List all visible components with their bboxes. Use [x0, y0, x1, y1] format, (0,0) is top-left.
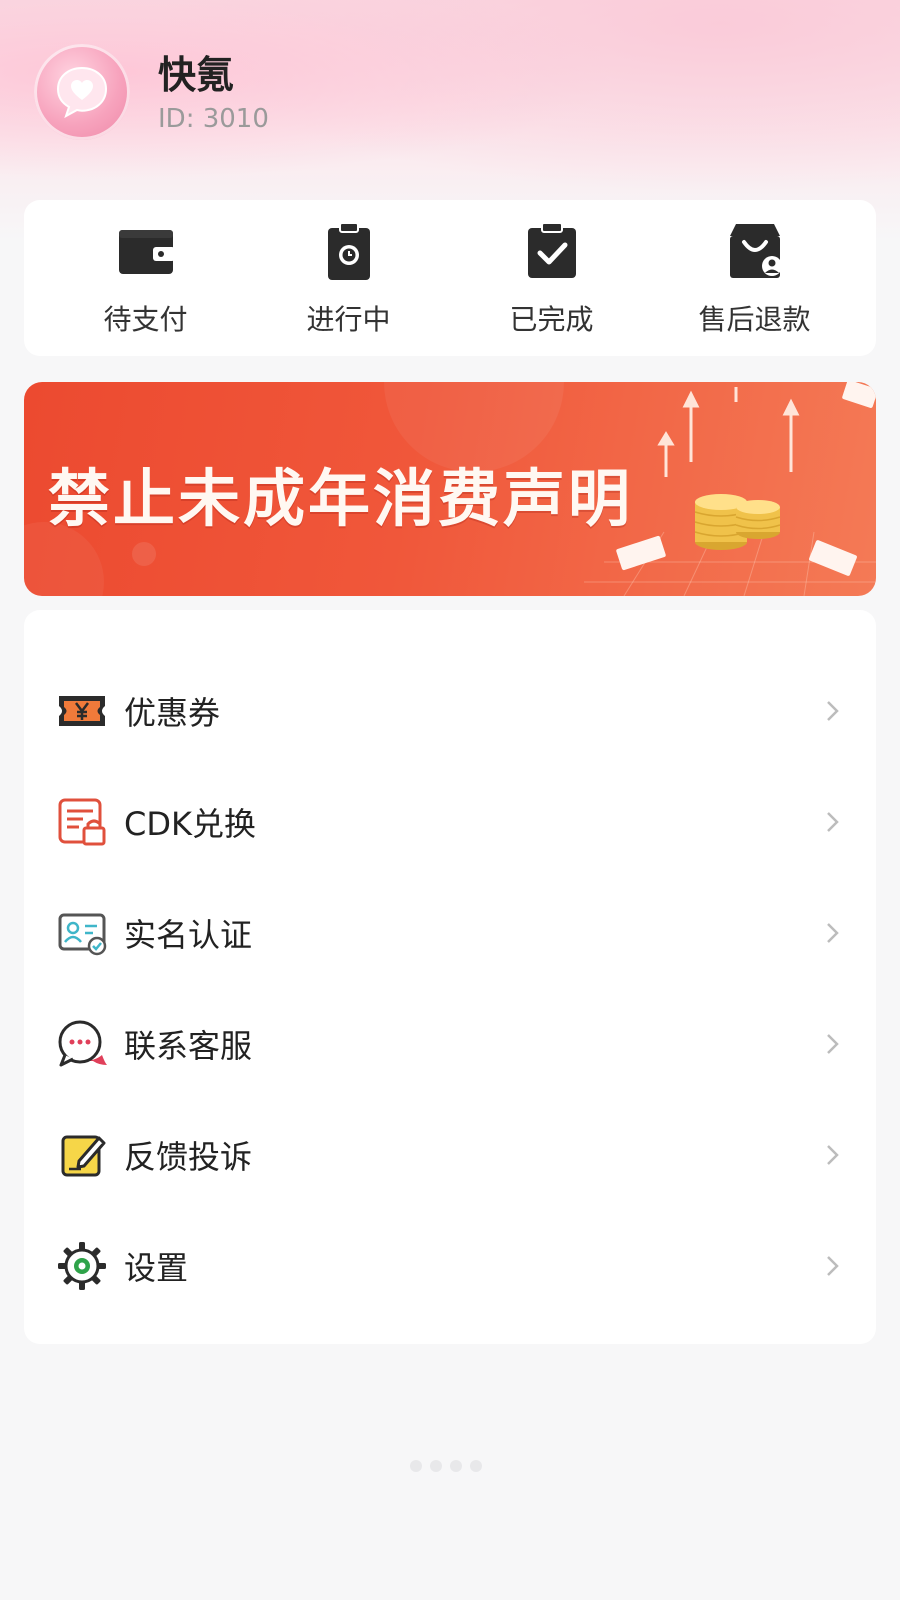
- menu-item-feedback[interactable]: 反馈投诉: [24, 1099, 876, 1210]
- order-label: 售后退款: [698, 303, 811, 336]
- banner-title: 禁止未成年消费声明: [48, 462, 634, 535]
- id-card-icon-wrap: [54, 905, 110, 961]
- cdk-icon-wrap: [54, 794, 110, 850]
- chevron-right-icon: [827, 1255, 839, 1276]
- gear-icon: [58, 1241, 106, 1290]
- menu-item-customer-service[interactable]: 联系客服: [24, 988, 876, 1099]
- profile-text: 快氪 ID: 3010: [158, 50, 269, 134]
- menu-label: 优惠券: [124, 693, 221, 732]
- coupon-icon: [59, 695, 105, 726]
- menu-item-coupon[interactable]: 优惠券: [24, 655, 876, 766]
- profile-section[interactable]: 快氪 ID: 3010: [34, 44, 269, 140]
- page-indicator: [410, 1460, 482, 1472]
- menu-label: CDK兑换: [124, 804, 256, 843]
- menu-label: 设置: [124, 1248, 189, 1287]
- chat-bubble-icon: [58, 1020, 107, 1066]
- heart-chat-icon: [56, 66, 108, 119]
- coupon-icon-wrap: [54, 683, 110, 739]
- menu-label: 联系客服: [124, 1026, 253, 1065]
- coins-arrows-illustration: [616, 382, 876, 576]
- chevron-right-icon: [827, 922, 839, 943]
- cdk-lock-icon: [58, 798, 106, 845]
- user-id: ID: 3010: [158, 104, 269, 134]
- order-pending-payment[interactable]: 待支付: [66, 218, 226, 338]
- id-card-icon: [58, 913, 107, 955]
- chat-icon-wrap: [54, 1016, 110, 1072]
- menu-label: 实名认证: [124, 915, 253, 954]
- page-dot: [430, 1460, 442, 1472]
- menu-item-settings[interactable]: 设置: [24, 1210, 876, 1321]
- clipboard-clock-icon: [327, 222, 370, 280]
- edit-note-icon-wrap: [54, 1127, 110, 1183]
- chevron-right-icon: [827, 700, 839, 721]
- gear-icon-wrap: [54, 1238, 110, 1294]
- shopping-bag-refund-icon: [729, 224, 782, 278]
- username: 快氪: [158, 53, 235, 97]
- avatar[interactable]: [34, 44, 130, 140]
- menu-item-real-name[interactable]: 实名认证: [24, 877, 876, 988]
- order-completed[interactable]: 已完成: [472, 218, 632, 338]
- edit-note-icon: [61, 1135, 106, 1176]
- menu-label: 反馈投诉: [124, 1137, 253, 1176]
- page-dot: [450, 1460, 462, 1472]
- order-in-progress[interactable]: 进行中: [269, 218, 429, 338]
- page-dot: [470, 1460, 482, 1472]
- chevron-right-icon: [827, 1144, 839, 1165]
- page-dot: [410, 1460, 422, 1472]
- menu-card: 优惠券 CDK兑换 实名认证 联系客服 反馈投诉 设置: [24, 610, 876, 1344]
- order-status-card: 待支付 进行中 已完成 售后退款: [24, 200, 876, 356]
- menu-item-cdk[interactable]: CDK兑换: [24, 766, 876, 877]
- chevron-right-icon: [827, 1033, 839, 1054]
- order-label: 待支付: [103, 303, 188, 336]
- order-refund[interactable]: 售后退款: [675, 218, 835, 338]
- clipboard-check-icon: [527, 222, 576, 278]
- chevron-right-icon: [827, 811, 839, 832]
- order-label: 已完成: [509, 303, 594, 336]
- my-page: 快氪 ID: 3010 待支付 进行中 已完成 售后退款 禁止未成年消费声明 优…: [0, 0, 900, 1600]
- order-label: 进行中: [306, 303, 391, 336]
- minor-consumption-banner[interactable]: 禁止未成年消费声明: [24, 382, 876, 596]
- wallet-icon: [118, 230, 175, 274]
